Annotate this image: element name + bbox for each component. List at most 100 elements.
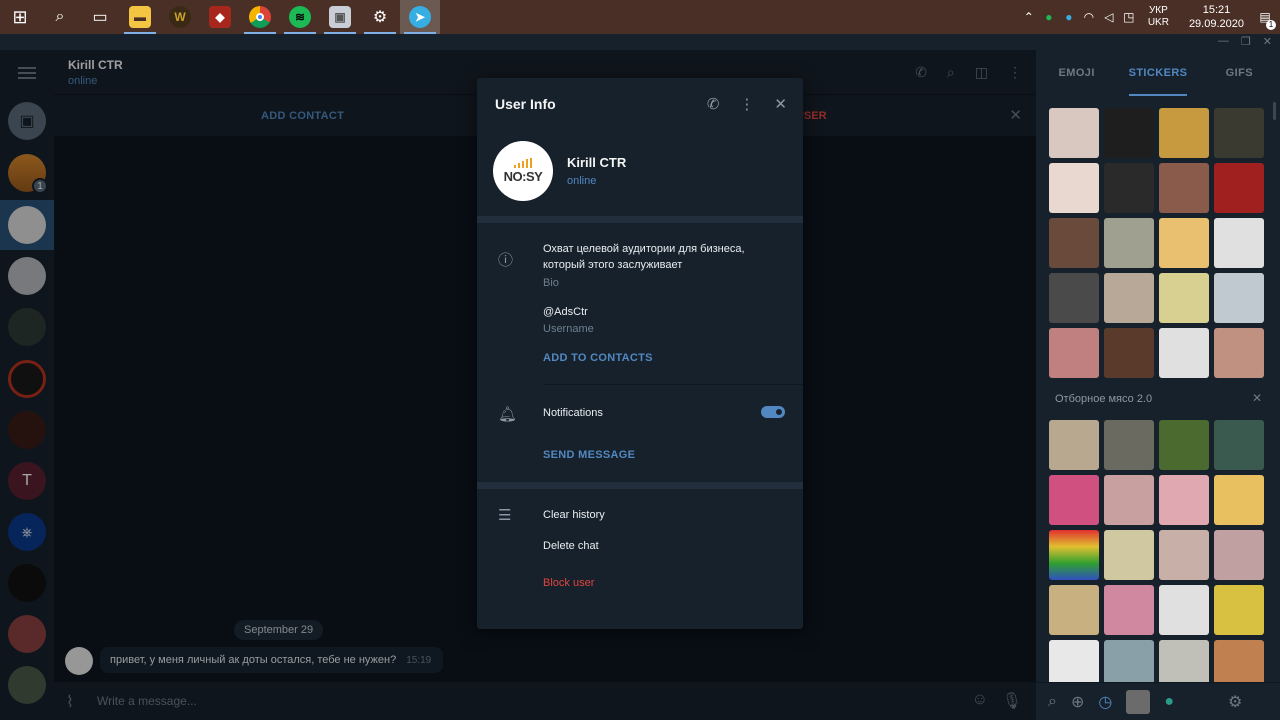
sticker[interactable] (1214, 475, 1264, 525)
dialog-title: User Info (495, 96, 556, 112)
sticker[interactable] (1049, 585, 1099, 635)
chevron-up-icon[interactable]: ⌃ (1022, 10, 1036, 24)
avatar-logo-bars (514, 158, 532, 168)
sticker[interactable] (1104, 163, 1154, 213)
dialog-more-icon[interactable]: ⋮ (739, 95, 754, 113)
tab-emoji[interactable]: EMOJI (1036, 50, 1117, 96)
pack-thumbnail-green[interactable]: ● (1164, 693, 1174, 711)
notifications-label: Notifications (543, 407, 603, 419)
user-info-dialog: User Info ✆ ⋮ ✕ NO:SY Kirill CTR online … (477, 78, 803, 629)
divider (543, 384, 803, 385)
sticker[interactable] (1159, 585, 1209, 635)
info-icon: ⓘ (498, 252, 514, 269)
block-user-button[interactable]: Block user (543, 577, 594, 589)
sticker[interactable] (1049, 530, 1099, 580)
minimize-icon[interactable]: — (1218, 35, 1229, 48)
notifications-toggle[interactable] (761, 406, 785, 418)
sticker[interactable] (1159, 218, 1209, 268)
sticker[interactable] (1159, 273, 1209, 323)
sticker[interactable] (1104, 475, 1154, 525)
sticker[interactable] (1104, 328, 1154, 378)
sticker[interactable] (1049, 163, 1099, 213)
wifi-icon[interactable]: ◠ (1082, 10, 1096, 24)
sticker[interactable] (1214, 218, 1264, 268)
clock-date: 29.09.2020 (1188, 18, 1244, 30)
sticker[interactable] (1104, 108, 1154, 158)
sticker[interactable] (1214, 585, 1264, 635)
tab-gifs[interactable]: GIFS (1199, 50, 1280, 96)
sticker[interactable] (1214, 273, 1264, 323)
sticker[interactable] (1159, 530, 1209, 580)
chrome-icon[interactable] (240, 0, 280, 34)
sticker[interactable] (1104, 530, 1154, 580)
sticker[interactable] (1214, 163, 1264, 213)
dota-icon[interactable]: ◆ (200, 0, 240, 34)
settings-icon[interactable]: ⚙ (360, 0, 400, 34)
notification-count: 1 (1266, 20, 1276, 30)
user-username[interactable]: @AdsCtr (543, 304, 588, 320)
sticker[interactable] (1049, 273, 1099, 323)
sticker[interactable] (1159, 475, 1209, 525)
add-to-contacts-button[interactable]: ADD TO CONTACTS (543, 352, 653, 364)
sticker[interactable] (1159, 328, 1209, 378)
notifications-icon[interactable]: ▤ 1 (1258, 10, 1276, 30)
language-indicator[interactable]: УКР UKR (1148, 5, 1169, 29)
close-window-icon[interactable]: ✕ (1263, 35, 1272, 48)
section-separator (477, 482, 803, 489)
volume-icon[interactable]: ◁ (1102, 10, 1116, 24)
tab-stickers[interactable]: STICKERS (1117, 50, 1198, 96)
call-user-icon[interactable]: ✆ (707, 95, 720, 113)
network-icon[interactable]: ◳ (1122, 10, 1136, 24)
remove-pack-icon[interactable]: ✕ (1252, 391, 1262, 405)
app-window-icon[interactable]: ▣ (320, 0, 360, 34)
sticker[interactable] (1049, 108, 1099, 158)
file-explorer-icon[interactable]: ▬ (120, 0, 160, 34)
send-message-button[interactable]: SEND MESSAGE (543, 449, 635, 461)
avatar-logo-text: NO:SY (503, 169, 543, 184)
maximize-icon[interactable]: ❐ (1241, 35, 1251, 48)
telegram-tray-icon[interactable]: ● (1062, 10, 1076, 24)
user-name: Kirill CTR (567, 155, 627, 170)
sticker[interactable] (1159, 108, 1209, 158)
spotify-tray-icon[interactable]: ● (1042, 10, 1056, 24)
delete-chat-button[interactable]: Delete chat (543, 538, 599, 554)
task-view-icon[interactable]: ▭ (80, 0, 120, 34)
add-pack-icon[interactable]: ⊕ (1071, 692, 1084, 712)
sticker[interactable] (1049, 218, 1099, 268)
search-stickers-icon[interactable]: ⌕ (1048, 693, 1057, 711)
clock[interactable]: 15:21 29.09.2020 (1189, 3, 1244, 31)
sticker-panel: EMOJI STICKERS GIFS Отборное мясо 2.0 ✕ … (1036, 50, 1280, 720)
recent-stickers-icon[interactable]: ◷ (1098, 692, 1112, 712)
pack-thumbnail[interactable] (1126, 689, 1151, 714)
screen: ⊞ ⌕ ▭ ▬ W ◆ ≋ ▣ ⚙ ➤ ⌃ ● ● ◠ ◁ ◳ УКР UKR … (0, 0, 1280, 720)
sticker-pack-title: Отборное мясо 2.0 (1055, 393, 1153, 405)
telegram-taskbar-icon[interactable]: ➤ (400, 0, 440, 34)
sticker[interactable] (1049, 420, 1099, 470)
settings-stickers-icon[interactable]: ⚙ (1228, 692, 1242, 712)
user-bio: Охват целевой аудитории для бизнеса, кот… (543, 243, 745, 271)
windows-start-icon[interactable]: ⊞ (0, 0, 40, 34)
sticker[interactable] (1049, 475, 1099, 525)
sticker[interactable] (1104, 585, 1154, 635)
sticker-scrollbar[interactable] (1273, 102, 1276, 120)
system-tray: ⌃ ● ● ◠ ◁ ◳ УКР UKR 15:21 29.09.2020 ▤ 1 (1022, 0, 1280, 34)
spotify-icon[interactable]: ≋ (280, 0, 320, 34)
username-label: Username (543, 323, 594, 335)
sticker[interactable] (1104, 273, 1154, 323)
sticker[interactable] (1214, 108, 1264, 158)
sticker[interactable] (1159, 420, 1209, 470)
language-top-label: УКР (1148, 5, 1168, 16)
sticker[interactable] (1104, 420, 1154, 470)
world-of-warcraft-icon[interactable]: W (160, 0, 200, 34)
sticker[interactable] (1159, 163, 1209, 213)
close-dialog-icon[interactable]: ✕ (774, 95, 787, 113)
sticker[interactable] (1214, 530, 1264, 580)
clear-history-button[interactable]: Clear history (543, 507, 605, 523)
sticker[interactable] (1104, 218, 1154, 268)
sticker[interactable] (1214, 328, 1264, 378)
user-status: online (567, 175, 597, 187)
sticker[interactable] (1214, 420, 1264, 470)
user-avatar[interactable]: NO:SY (493, 141, 553, 201)
search-icon[interactable]: ⌕ (40, 0, 80, 34)
sticker[interactable] (1049, 328, 1099, 378)
